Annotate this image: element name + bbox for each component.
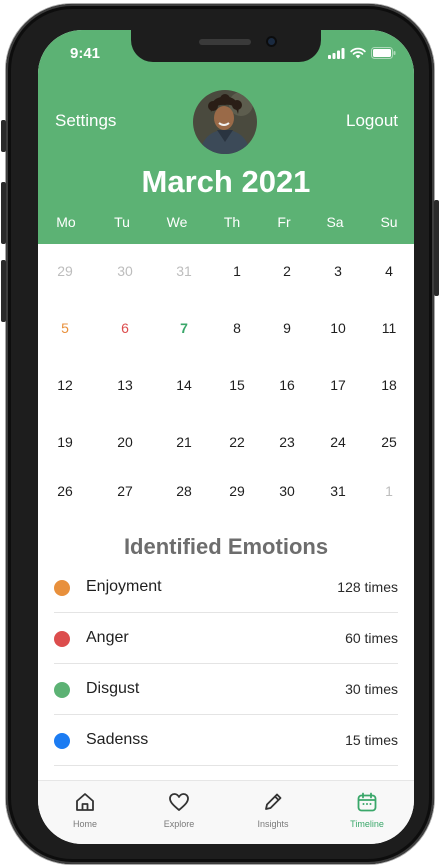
calendar-day[interactable]: 8 xyxy=(233,320,241,336)
calendar-day[interactable]: 30 xyxy=(279,483,295,499)
tab-label: Home xyxy=(72,819,97,829)
disgust-color-dot xyxy=(54,682,70,698)
weekday-label: We xyxy=(166,214,188,230)
emotion-count: 128 times xyxy=(337,579,398,595)
calendar-day[interactable]: 31 xyxy=(330,483,346,499)
calendar-day[interactable]: 22 xyxy=(229,434,245,450)
emotion-count: 30 times xyxy=(345,681,398,697)
calendar-day[interactable]: 15 xyxy=(229,377,245,393)
logout-link[interactable]: Logout xyxy=(346,111,398,131)
calendar-day[interactable]: 25 xyxy=(381,434,397,450)
emotion-name: Sadenss xyxy=(86,731,149,748)
emotion-row-sadness[interactable]: Sadenss 15 times xyxy=(54,715,398,766)
avatar[interactable] xyxy=(193,90,257,154)
volume-down-button xyxy=(1,260,6,322)
calendar-day[interactable]: 13 xyxy=(117,377,133,393)
emotion-count: 60 times xyxy=(345,630,398,646)
emotion-row-disgust[interactable]: Disgust 30 times xyxy=(54,664,398,715)
settings-link[interactable]: Settings xyxy=(55,111,116,131)
month-title: March 2021 xyxy=(141,164,311,199)
calendar-day-prev-month[interactable]: 31 xyxy=(176,263,192,279)
weekday-label: Su xyxy=(380,214,398,230)
weekday-label: Th xyxy=(223,214,241,230)
power-button xyxy=(434,200,439,296)
calendar-day[interactable]: 3 xyxy=(334,263,342,279)
weekday-label: Sa xyxy=(326,214,344,230)
weekday-label: Fr xyxy=(277,214,291,230)
calendar-day[interactable]: 4 xyxy=(385,263,393,279)
emotion-name: Anger xyxy=(86,629,129,646)
weekday-label: Mo xyxy=(56,214,76,230)
phone-screen: 9:41 Settings Logout March 2021 Mo Tu We… xyxy=(38,30,414,844)
wifi-icon xyxy=(350,47,366,59)
calendar-grid: 29 30 31 1 2 3 4 5 6 7 8 9 10 11 12 13 1… xyxy=(38,244,414,534)
calendar-day[interactable]: 18 xyxy=(381,377,397,393)
calendar-day-anger[interactable]: 6 xyxy=(121,320,129,336)
emotion-name: Enjoyment xyxy=(86,578,162,595)
tab-label: Explore xyxy=(163,819,195,829)
anger-color-dot xyxy=(54,631,70,647)
calendar-day[interactable]: 26 xyxy=(57,483,73,499)
tab-explore[interactable]: Explore xyxy=(132,781,226,844)
calendar-day[interactable]: 14 xyxy=(176,377,192,393)
heart-icon xyxy=(169,793,189,811)
calendar-day[interactable]: 11 xyxy=(382,320,397,336)
tab-label: Insights xyxy=(257,819,289,829)
calendar-day[interactable]: 21 xyxy=(176,434,192,450)
calendar-day[interactable]: 2 xyxy=(283,263,291,279)
calendar-day-disgust[interactable]: 7 xyxy=(180,320,188,336)
status-icons xyxy=(328,47,396,59)
calendar-day[interactable]: 29 xyxy=(229,483,245,499)
weekday-label: Tu xyxy=(114,214,130,230)
calendar-day[interactable]: 24 xyxy=(330,434,346,450)
front-camera xyxy=(266,36,277,47)
volume-up-button xyxy=(1,182,6,244)
enjoyment-color-dot xyxy=(54,580,70,596)
tab-home[interactable]: Home xyxy=(38,781,132,844)
calendar-day[interactable]: 1 xyxy=(233,263,241,279)
calendar-day[interactable]: 19 xyxy=(57,434,73,450)
cellular-signal-icon xyxy=(328,47,345,59)
phone-frame: 9:41 Settings Logout March 2021 Mo Tu We… xyxy=(1,4,439,864)
emotions-section-title: Identified Emotions xyxy=(123,534,329,559)
calendar-day[interactable]: 12 xyxy=(57,377,73,393)
calendar-day-prev-month[interactable]: 30 xyxy=(117,263,133,279)
emotion-name: Disgust xyxy=(86,680,140,697)
emotion-row-enjoyment[interactable]: Enjoyment 128 times xyxy=(54,562,398,613)
calendar-day[interactable]: 27 xyxy=(117,483,133,499)
mute-switch xyxy=(1,120,6,152)
speaker-grille xyxy=(199,39,251,45)
calendar-day[interactable]: 10 xyxy=(330,320,346,336)
calendar-day[interactable]: 20 xyxy=(117,434,133,450)
calendar-day-next-month[interactable]: 1 xyxy=(385,483,393,499)
battery-icon xyxy=(371,47,396,59)
calendar-icon xyxy=(357,792,377,812)
calendar-day[interactable]: 17 xyxy=(330,377,346,393)
tab-insights[interactable]: Insights xyxy=(226,781,320,844)
calendar-day[interactable]: 28 xyxy=(176,483,192,499)
tab-label: Timeline xyxy=(350,819,384,829)
calendar-day[interactable]: 16 xyxy=(279,377,295,393)
calendar-day[interactable]: 9 xyxy=(283,320,291,336)
emotion-count: 15 times xyxy=(345,732,398,748)
avatar-image xyxy=(193,90,257,154)
calendar-day[interactable]: 23 xyxy=(279,434,295,450)
notch xyxy=(131,30,321,62)
status-time: 9:41 xyxy=(70,45,101,62)
bottom-tab-bar: Home Explore Insights Timeline xyxy=(38,780,414,844)
home-icon xyxy=(76,793,94,811)
sadness-color-dot xyxy=(54,733,70,749)
emotion-row-anger[interactable]: Anger 60 times xyxy=(54,613,398,664)
calendar-day-prev-month[interactable]: 29 xyxy=(57,263,73,279)
calendar-day-enjoyment[interactable]: 5 xyxy=(61,320,69,336)
pencil-icon xyxy=(265,793,282,810)
calendar-header: 9:41 Settings Logout March 2021 Mo Tu We… xyxy=(38,30,414,244)
tab-timeline[interactable]: Timeline xyxy=(320,781,414,844)
